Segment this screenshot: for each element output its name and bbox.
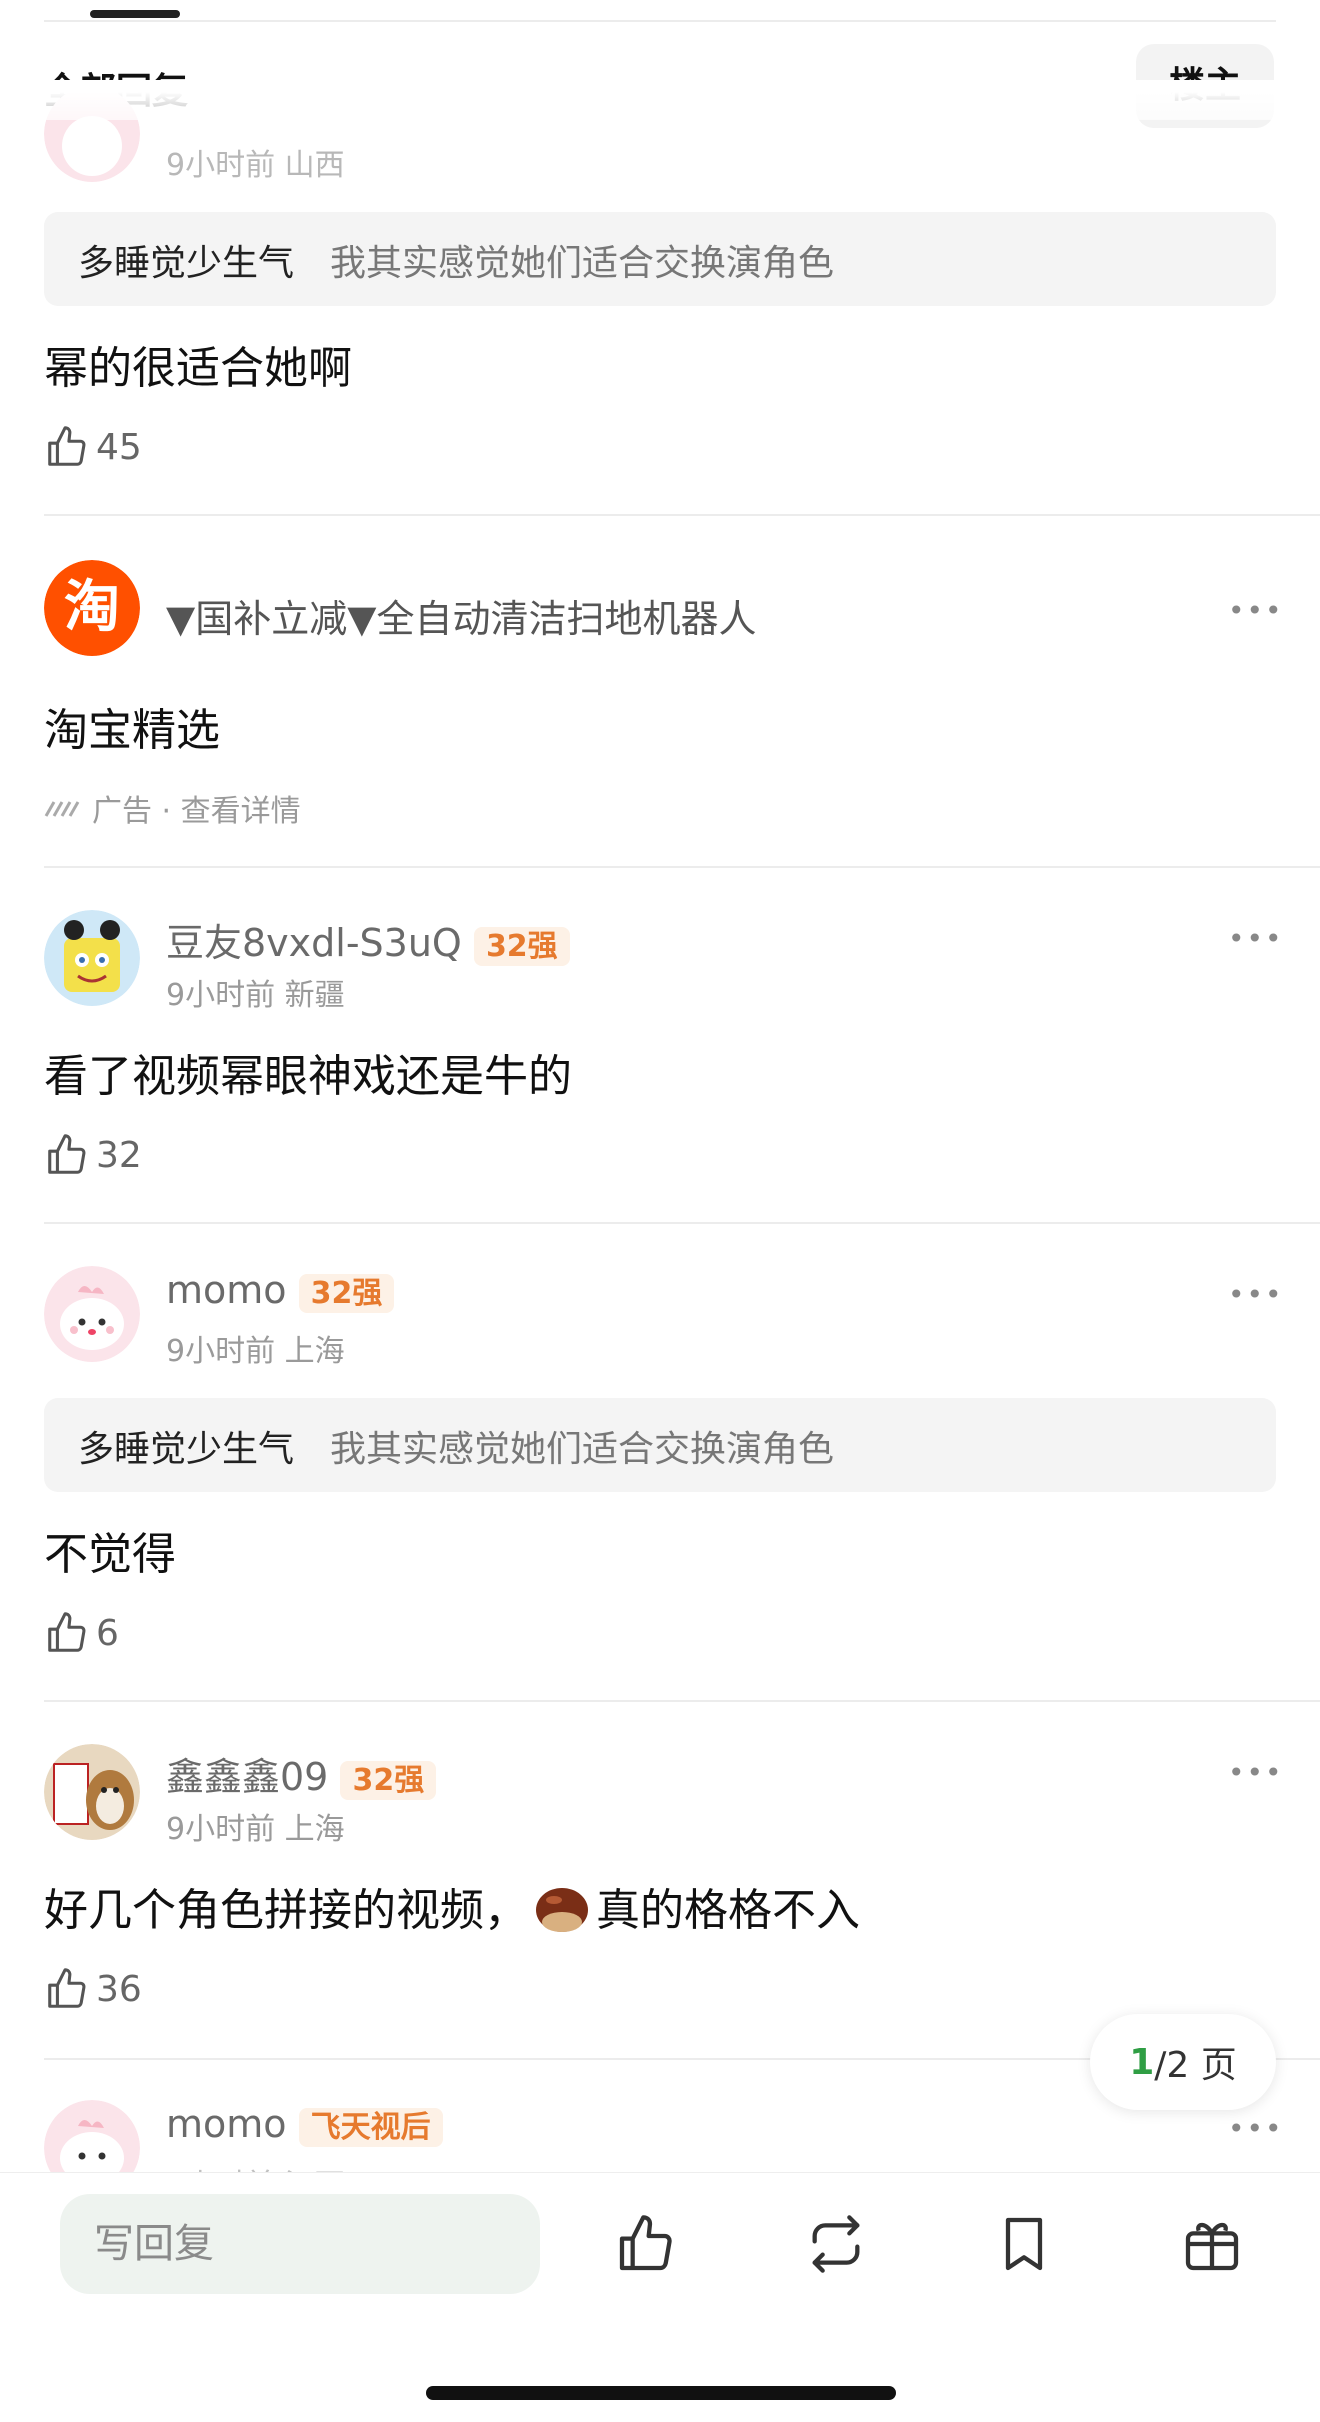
repost-icon[interactable] xyxy=(804,2212,868,2276)
like-button[interactable]: 32 xyxy=(44,1130,142,1180)
more-icon[interactable]: ••• xyxy=(1228,1756,1284,1789)
more-icon[interactable]: ••• xyxy=(1228,2112,1284,2145)
username[interactable]: momo xyxy=(166,1268,287,1312)
comment-content: 看了视频幂眼神戏还是牛的 xyxy=(44,1051,572,1102)
divider xyxy=(44,1700,1320,1702)
bookmark-icon[interactable] xyxy=(992,2212,1056,2276)
rank-badge: 32强 xyxy=(473,927,570,966)
gift-icon[interactable] xyxy=(1180,2212,1244,2276)
ad-meta[interactable]: 广告 · 查看详情 xyxy=(44,786,301,830)
top-tab-indicator xyxy=(90,10,180,18)
divider xyxy=(44,514,1320,516)
chestnut-emoji-icon xyxy=(536,1888,588,1932)
divider xyxy=(44,866,1320,868)
comment-content: 好几个角色拼接的视频， 真的格格不入 xyxy=(44,1874,860,1938)
home-indicator xyxy=(426,2386,896,2400)
username[interactable]: 豆友8vxdl-S3uQ xyxy=(166,921,462,965)
comment-content: 不觉得 xyxy=(44,1529,176,1580)
username-row[interactable]: momo 飞天视后 xyxy=(166,2102,443,2147)
like-count: 32 xyxy=(96,1134,142,1176)
username[interactable]: 鑫鑫鑫09 xyxy=(166,1755,328,1799)
rank-badge: 飞天视后 xyxy=(298,2108,443,2147)
reply-input[interactable]: 写回复 xyxy=(60,2194,540,2294)
thumbs-up-icon xyxy=(48,1968,86,2008)
username-row[interactable]: momo 32强 xyxy=(166,1268,395,1313)
page-indicator[interactable]: 1 /2 页 xyxy=(1090,2014,1276,2110)
thumbs-up-icon xyxy=(48,1612,86,1652)
current-page: 1 xyxy=(1129,2041,1155,2083)
more-icon[interactable]: ••• xyxy=(1228,594,1284,627)
rank-badge: 32强 xyxy=(298,1274,395,1313)
more-icon[interactable]: ••• xyxy=(1228,1278,1284,1311)
top-divider xyxy=(44,20,1276,22)
ad-icon xyxy=(44,801,80,817)
username-row[interactable]: 鑫鑫鑫09 32强 xyxy=(166,1746,437,1801)
comment-content: 幂的很适合她啊 xyxy=(44,343,352,394)
avatar[interactable] xyxy=(44,1744,140,1840)
thumbs-up-icon xyxy=(48,426,86,466)
quote-author: 多睡觉少生气 xyxy=(78,1429,295,1470)
like-button[interactable]: 45 xyxy=(44,422,142,472)
rank-badge: 32强 xyxy=(340,1761,437,1800)
username-row[interactable]: 豆友8vxdl-S3uQ 32强 xyxy=(166,912,570,967)
ad-body[interactable]: 淘宝精选 xyxy=(44,694,220,758)
comment-meta: 9小时前 上海 xyxy=(166,1812,345,1847)
thumbs-up-icon[interactable] xyxy=(614,2212,678,2276)
taobao-logo-char: 淘 xyxy=(64,575,120,640)
like-button[interactable]: 36 xyxy=(44,1964,142,2014)
like-count: 45 xyxy=(96,426,142,468)
quoted-reply[interactable]: 多睡觉少生气 我其实感觉她们适合交换演角色 xyxy=(44,212,1276,306)
more-icon[interactable]: ••• xyxy=(1228,922,1284,955)
avatar[interactable] xyxy=(44,1266,140,1362)
quote-text: 我其实感觉她们适合交换演角色 xyxy=(330,1429,835,1470)
ad-title[interactable]: ▼国补立减▼全自动清洁扫地机器人 xyxy=(166,588,756,643)
taobao-logo[interactable]: 淘 xyxy=(44,560,140,656)
comment-meta: 9小时前 山西 xyxy=(166,148,345,183)
like-button[interactable]: 6 xyxy=(44,1608,119,1658)
comment-meta: 9小时前 上海 xyxy=(166,1334,345,1369)
thumbs-up-icon xyxy=(48,1134,86,1174)
comment-content-part: 真的格格不入 xyxy=(596,1885,860,1936)
like-count: 36 xyxy=(96,1968,142,2010)
quote-text: 我其实感觉她们适合交换演角色 xyxy=(330,243,835,284)
divider xyxy=(44,1222,1320,1224)
comment-content-part: 好几个角色拼接的视频， xyxy=(44,1885,528,1936)
quote-author: 多睡觉少生气 xyxy=(78,243,295,284)
avatar[interactable] xyxy=(44,910,140,1006)
total-pages: /2 页 xyxy=(1154,2045,1237,2086)
quoted-reply[interactable]: 多睡觉少生气 我其实感觉她们适合交换演角色 xyxy=(44,1398,1276,1492)
ad-meta-text: 广告 · 查看详情 xyxy=(92,794,301,829)
comment-meta: 9小时前 新疆 xyxy=(166,978,345,1013)
like-count: 6 xyxy=(96,1612,119,1654)
username[interactable]: momo xyxy=(166,2102,287,2146)
